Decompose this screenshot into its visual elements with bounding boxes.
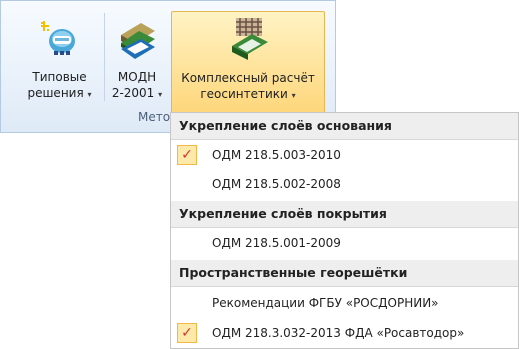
geosynthetics-label-1: Комплексный расчёт (181, 71, 315, 85)
modn-label-1: МОДН (117, 70, 157, 84)
menu-item-label: ОДМ 218.5.001-2009 (212, 236, 341, 250)
menu-item-label: ОДМ 218.3.032-2013 ФДА «Росавтодор» (212, 326, 465, 340)
books-icon (121, 23, 155, 59)
menu-item-odm-218-5-003-2010[interactable]: ✓ ОДМ 218.5.003-2010 (171, 142, 518, 168)
menu-section-header: Пространственные георешётки (171, 260, 518, 287)
geosynthetics-calc-button[interactable]: Комплексный расчёт геосинтетики ▾ (171, 11, 325, 115)
geosynthetics-label-2: геосинтетики (200, 87, 288, 101)
dropdown-arrow-icon: ▾ (87, 90, 92, 99)
ribbon-separator (104, 13, 105, 101)
menu-item-odm-218-3-032-2013[interactable]: ✓ ОДМ 218.3.032-2013 ФДА «Росавтодор» (171, 320, 518, 346)
ribbon-group-label: Мето (138, 110, 171, 124)
modn-button[interactable]: МОДН 2-2001 ▾ (109, 11, 165, 115)
menu-item-odm-218-5-001-2009[interactable]: ОДМ 218.5.001-2009 (171, 230, 518, 256)
menu-item-label: ОДМ 218.5.002-2008 (212, 177, 341, 191)
menu-section-header: Укрепление слоёв основания (171, 113, 518, 140)
typical-solutions-button[interactable]: Типовые решения ▾ (21, 11, 98, 115)
typical-solutions-label-2: решения (27, 86, 84, 100)
dropdown-arrow-icon: ▾ (291, 91, 296, 100)
modn-label-2: 2-2001 (111, 86, 155, 100)
typical-solutions-icon (41, 21, 75, 55)
menu-item-label: Рекомендации ФГБУ «РОСДОРНИИ» (212, 296, 439, 310)
menu-section-header: Укрепление слоёв покрытия (171, 201, 518, 228)
geosynthetics-book-icon (232, 18, 268, 60)
menu-item-label: ОДМ 218.5.003-2010 (212, 148, 341, 162)
menu-item-odm-218-5-002-2008[interactable]: ОДМ 218.5.002-2008 (171, 171, 518, 197)
geosynthetics-dropdown-menu: Укрепление слоёв основания ✓ ОДМ 218.5.0… (170, 112, 519, 349)
checkmark-icon: ✓ (177, 323, 197, 343)
menu-item-rosdornii-recommendations[interactable]: Рекомендации ФГБУ «РОСДОРНИИ» (171, 290, 518, 316)
typical-solutions-label-1: Типовые (32, 70, 87, 84)
dropdown-arrow-icon: ▾ (158, 90, 163, 99)
checkmark-icon: ✓ (177, 145, 197, 165)
